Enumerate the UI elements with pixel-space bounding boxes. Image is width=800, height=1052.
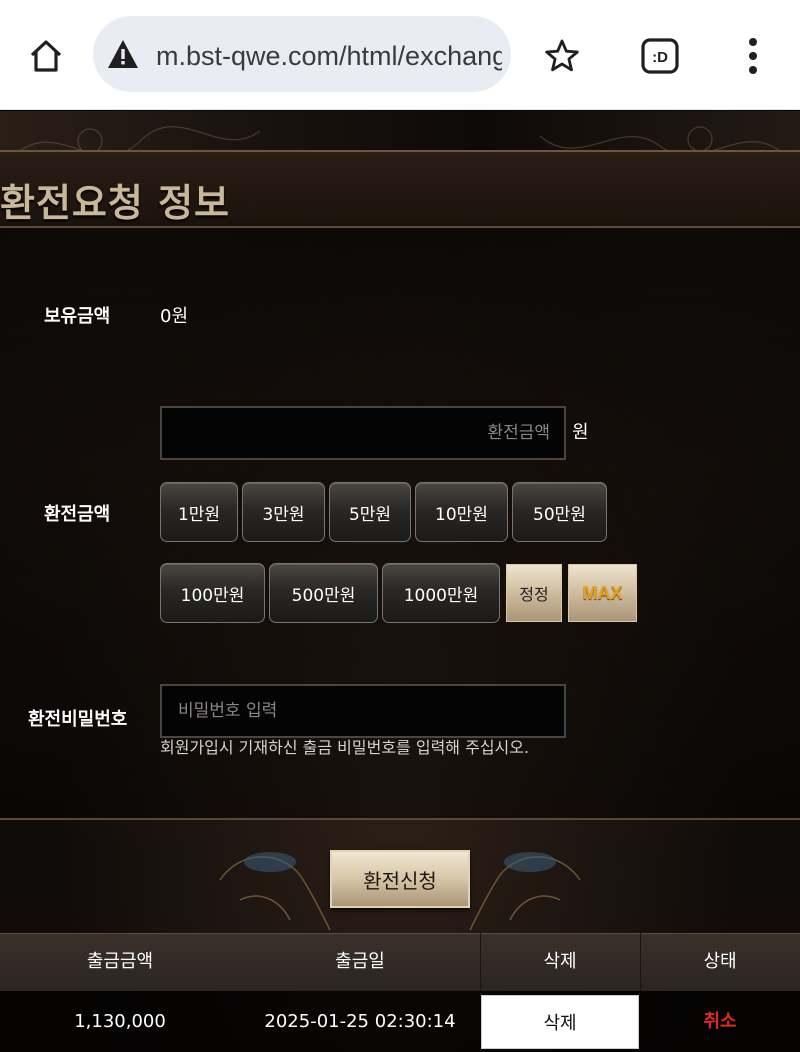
tab-switcher-icon[interactable]: :D	[640, 36, 680, 76]
page-title: 환전요청 정보	[0, 181, 230, 225]
max-button[interactable]: MAX	[568, 564, 637, 622]
amount-button-1m[interactable]: 100만원	[160, 563, 265, 623]
delete-button[interactable]: 삭제	[481, 995, 639, 1049]
amount-button-500k[interactable]: 50만원	[512, 482, 607, 542]
amount-input[interactable]	[160, 406, 566, 460]
column-header-date: 출금일	[335, 951, 385, 972]
amount-label: 환전금액	[44, 504, 111, 525]
row-date: 2025-01-25 02:30:14	[264, 1011, 456, 1032]
password-label: 환전비밀번호	[28, 709, 128, 730]
browser-toolbar: m.bst-qwe.com/html/exchang :D	[0, 0, 800, 110]
column-header-status: 상태	[703, 951, 737, 972]
row-amount: 1,130,000	[74, 1011, 166, 1032]
url-text[interactable]: m.bst-qwe.com/html/exchang	[156, 36, 502, 76]
reset-button[interactable]: 정정	[506, 564, 562, 622]
more-menu-icon[interactable]	[738, 36, 768, 76]
status-badge: 취소	[703, 1011, 737, 1032]
column-header-amount: 출금금액	[86, 951, 154, 972]
amount-unit: 원	[572, 422, 589, 443]
amount-button-10k[interactable]: 1만원	[160, 482, 238, 542]
amount-button-30k[interactable]: 3만원	[242, 482, 325, 542]
svg-text::D: :D	[652, 49, 668, 66]
balance-value: 0원	[160, 306, 189, 327]
amount-button-100k[interactable]: 10만원	[415, 482, 508, 542]
home-icon[interactable]	[26, 36, 66, 76]
column-header-delete: 삭제	[543, 951, 577, 972]
amount-button-10m[interactable]: 1000만원	[382, 563, 500, 623]
amount-button-5m[interactable]: 500만원	[269, 563, 378, 623]
balance-label: 보유금액	[44, 306, 111, 327]
warning-icon[interactable]	[106, 38, 140, 70]
submit-exchange-button[interactable]: 환전신청	[330, 850, 470, 908]
password-hint: 회원가입시 기재하신 출금 비밀번호를 입력해 주십시오.	[160, 738, 530, 757]
password-input[interactable]	[160, 684, 566, 738]
bookmark-star-icon[interactable]	[544, 38, 580, 74]
amount-button-50k[interactable]: 5만원	[329, 482, 411, 542]
